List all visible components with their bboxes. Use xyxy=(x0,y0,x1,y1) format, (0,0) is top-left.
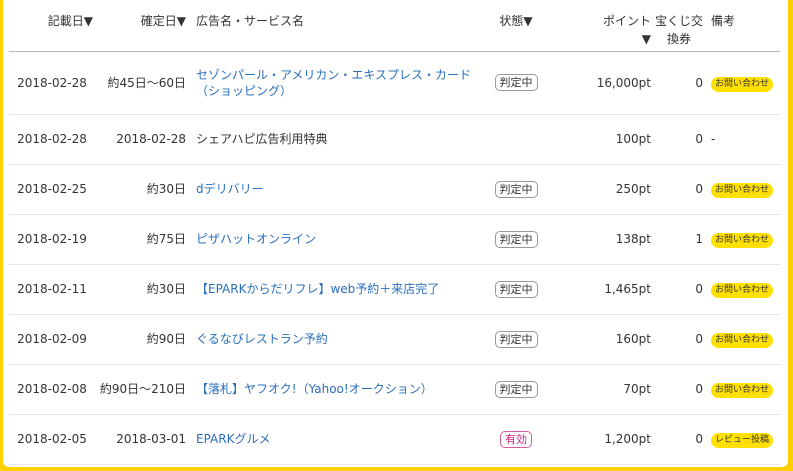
recorded-date: 2018-02-09 xyxy=(9,314,95,365)
column-lottery-tickets: 宝くじ交換券 xyxy=(653,0,705,52)
table-header-row: 記載日▼ 確定日▼ 広告名・サービス名 状態▼ ポイント ▼ 宝くじ交換券 備考 xyxy=(9,0,780,52)
status-badge: 判定中 xyxy=(494,330,538,348)
status-badge: 判定中 xyxy=(494,380,538,398)
table-row: 2018-02-05 2018-03-01 EPARKグルメ 有効 1,200p… xyxy=(9,414,780,465)
inquiry-button[interactable]: お問い合わせ xyxy=(711,233,774,248)
status-badge: 判定中 xyxy=(494,230,538,248)
ad-name-link[interactable]: ぐるなびレストラン予約 xyxy=(196,332,328,346)
ticket-count: 0 xyxy=(653,164,705,215)
inquiry-button[interactable]: お問い合わせ xyxy=(711,383,774,398)
sort-recorded-date[interactable]: 記載日▼ xyxy=(9,0,95,52)
table-row: 2018-02-11 約30日 【EPARKからだリフレ】web予約＋来店完了 … xyxy=(9,264,780,315)
confirmed-date: 約90日 xyxy=(95,314,188,365)
note-text: - xyxy=(711,132,716,146)
status-badge: 判定中 xyxy=(494,180,538,198)
ticket-count: 0 xyxy=(653,364,705,415)
points-value: 138pt xyxy=(553,214,653,265)
recorded-date: 2018-02-08 xyxy=(9,364,95,415)
inquiry-button[interactable]: お問い合わせ xyxy=(711,283,774,298)
ad-name-text: シェアハピ広告利用特典 xyxy=(196,132,328,146)
recorded-date: 2018-02-25 xyxy=(9,164,95,215)
sort-points[interactable]: ポイント ▼ xyxy=(553,0,653,52)
status-badge: 判定中 xyxy=(494,280,538,298)
ticket-count: 1 xyxy=(653,214,705,265)
history-panel: 記載日▼ 確定日▼ 広告名・サービス名 状態▼ ポイント ▼ 宝くじ交換券 備考 … xyxy=(3,0,788,467)
confirmed-date: 2018-02-28 xyxy=(95,114,188,165)
ad-name-link[interactable]: EPARKグルメ xyxy=(196,432,270,446)
status-badge: 判定中 xyxy=(494,74,538,91)
table-row: 2018-02-25 約30日 dデリバリー 判定中 250pt 0 お問い合わ… xyxy=(9,164,780,215)
ticket-count: 0 xyxy=(653,264,705,315)
points-sort-arrow[interactable]: ▼ xyxy=(642,32,651,46)
table-row: 2018-02-28 約45日〜60日 セゾンパール・アメリカン・エキスプレス・… xyxy=(9,51,780,115)
table-row: 2018-02-09 約90日 ぐるなびレストラン予約 判定中 160pt 0 … xyxy=(9,314,780,365)
recorded-date: 2018-02-11 xyxy=(9,264,95,315)
confirmed-date: 約90日〜210日 xyxy=(95,364,188,415)
confirmed-date: 約30日 xyxy=(95,164,188,215)
status-empty xyxy=(479,114,553,165)
recorded-date: 2018-02-05 xyxy=(9,414,95,465)
point-history-table: 記載日▼ 確定日▼ 広告名・サービス名 状態▼ ポイント ▼ 宝くじ交換券 備考 … xyxy=(9,0,780,465)
confirmed-date: 約45日〜60日 xyxy=(95,51,188,115)
column-note: 備考 xyxy=(705,0,780,52)
table-row: 2018-02-28 2018-02-28 シェアハピ広告利用特典 100pt … xyxy=(9,114,780,165)
ad-name-link[interactable]: ピザハットオンライン xyxy=(196,232,316,246)
ticket-count: 0 xyxy=(653,114,705,165)
ticket-count: 0 xyxy=(653,414,705,465)
table-row: 2018-02-19 約75日 ピザハットオンライン 判定中 138pt 1 お… xyxy=(9,214,780,265)
points-value: 160pt xyxy=(553,314,653,365)
status-badge: 有効 xyxy=(500,430,532,448)
ad-name-link[interactable]: 【落札】ヤフオク!（Yahoo!オークション） xyxy=(196,382,433,396)
points-header-label: ポイント xyxy=(602,14,651,28)
inquiry-button[interactable]: お問い合わせ xyxy=(711,76,774,92)
points-value: 1,200pt xyxy=(553,414,653,465)
column-ad-name: 広告名・サービス名 xyxy=(188,0,479,52)
confirmed-date: 約30日 xyxy=(95,264,188,315)
ticket-count: 0 xyxy=(653,314,705,365)
points-value: 100pt xyxy=(553,114,653,165)
recorded-date: 2018-02-28 xyxy=(9,51,95,115)
confirmed-date: 2018-03-01 xyxy=(95,414,188,465)
sort-confirmed-date[interactable]: 確定日▼ xyxy=(95,0,188,52)
ticket-count: 0 xyxy=(653,51,705,115)
points-value: 1,465pt xyxy=(553,264,653,315)
inquiry-button[interactable]: お問い合わせ xyxy=(711,183,774,198)
table-row: 2018-02-08 約90日〜210日 【落札】ヤフオク!（Yahoo!オーク… xyxy=(9,364,780,415)
confirmed-date: 約75日 xyxy=(95,214,188,265)
inquiry-button[interactable]: お問い合わせ xyxy=(711,333,774,348)
review-post-button[interactable]: レビュー投稿 xyxy=(711,433,774,448)
recorded-date: 2018-02-28 xyxy=(9,114,95,165)
points-value: 70pt xyxy=(553,364,653,415)
ad-name-link[interactable]: セゾンパール・アメリカン・エキスプレス・カード（ショッピング） xyxy=(196,68,471,98)
recorded-date: 2018-02-19 xyxy=(9,214,95,265)
sort-status[interactable]: 状態▼ xyxy=(479,0,553,52)
points-value: 250pt xyxy=(553,164,653,215)
ad-name-link[interactable]: 【EPARKからだリフレ】web予約＋来店完了 xyxy=(196,282,439,296)
ad-name-link[interactable]: dデリバリー xyxy=(196,182,264,196)
points-value: 16,000pt xyxy=(553,51,653,115)
